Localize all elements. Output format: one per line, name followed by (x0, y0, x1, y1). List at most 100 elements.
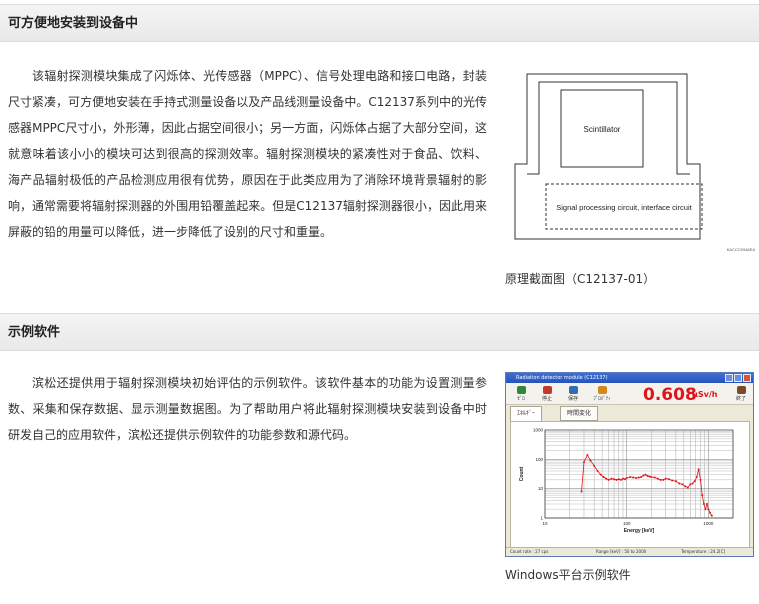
property-icon (597, 386, 607, 394)
spectrum-point (621, 477, 624, 480)
spectrum-point (589, 459, 592, 462)
stop-icon (542, 386, 552, 394)
toolbar-save-button[interactable]: 保存 (562, 386, 584, 402)
close-icon[interactable] (743, 374, 751, 382)
diagram-caption: 原理截面图（C12137-01） (505, 272, 656, 286)
spectrum-point (710, 514, 713, 517)
spectrum-point (607, 478, 610, 481)
y-tick-label: 1000 (533, 428, 544, 433)
sample-software-window: Radiation detector module (C12137) ｾﾞﾛ 停… (505, 372, 754, 557)
spectrum-point (691, 482, 694, 485)
spectrum-point (702, 503, 705, 506)
spectrum-point (695, 475, 698, 478)
save-icon (568, 386, 578, 394)
spectrum-point (707, 508, 710, 511)
diagram-code: KACCC0946EA (727, 247, 756, 252)
toolbar-property-button[interactable]: ﾌﾟﾛﾊﾟﾃｨ (588, 386, 616, 402)
software-paragraph: 滨松还提供用于辐射探测模块初始评估的示例软件。该软件基本的功能为设置测量参数、采… (8, 376, 487, 442)
spectrum-point (653, 476, 656, 479)
x-tick-label: 1000 (703, 521, 714, 526)
spectrum-point (602, 475, 605, 478)
spectrum-point (640, 475, 643, 478)
spectrum-point (693, 480, 696, 483)
software-caption: Windows平台示例软件 (505, 568, 631, 582)
y-tick-label: 10 (538, 486, 544, 491)
y-tick-label: 100 (535, 457, 543, 462)
spectrum-point (689, 483, 692, 486)
spectrum-point (705, 503, 708, 506)
toolbar-start-button[interactable]: ｾﾞﾛ (510, 386, 532, 402)
maximize-icon[interactable] (734, 374, 742, 382)
spectrum-point (662, 478, 665, 481)
spectrum-point (580, 490, 583, 493)
spectrum-point (650, 475, 653, 478)
section-header-software: 示例软件 (0, 313, 759, 351)
circuit-label: Signal processing circuit, interface cir… (556, 203, 692, 212)
spectrum-point (635, 477, 638, 480)
tab-energy[interactable]: ｴﾈﾙｷﾞｰ (510, 406, 543, 421)
spectrum-point (704, 508, 707, 511)
spectrum-point (681, 483, 684, 486)
x-axis-label: Energy [keV] (624, 528, 655, 534)
spectrum-point (615, 478, 618, 481)
spectrum-point (632, 476, 635, 479)
spectrum-point (697, 468, 700, 471)
spectrum-point (619, 478, 622, 481)
spectrum-point (656, 477, 659, 480)
y-tick-label: 1 (540, 516, 543, 521)
status-temperature: Temperature : 24.2[C] (681, 549, 726, 554)
spectrum-point (674, 480, 677, 483)
window-titlebar: Radiation detector module (C12137) (506, 373, 753, 383)
spectrum-point (644, 473, 647, 476)
status-bar: Count rate : 27 cps Range [keV] : 50 to … (506, 547, 753, 556)
spectrum-point (625, 477, 628, 480)
status-count-rate: Count rate : 27 cps (510, 549, 549, 554)
section-title: 示例软件 (8, 325, 61, 340)
x-tick-label: 10 (542, 521, 548, 526)
spectrum-point (593, 464, 596, 467)
toolbar-stop-button[interactable]: 停止 (536, 386, 558, 402)
y-axis-label: Count (519, 466, 525, 481)
exit-icon (736, 386, 746, 394)
spectrum-point (596, 470, 599, 473)
toolbar-exit-button[interactable]: 終了 (730, 386, 752, 402)
spectrum-point (623, 478, 626, 481)
spectrum-point (648, 475, 651, 478)
install-paragraph: 该辐射探测模块集成了闪烁体、光传感器（MPPC）、信号处理电路和接口电路，封装尺… (8, 69, 487, 239)
spectrum-point (629, 475, 632, 478)
window-title: Radiation detector module (C12137) (516, 375, 608, 381)
spectrum-point (709, 511, 712, 514)
spectrum-point (610, 477, 613, 480)
spectrum-point (671, 479, 674, 482)
spectrum-point (684, 485, 687, 488)
tab-time-trend[interactable]: 時間変化 (560, 406, 599, 421)
spectrum-point (659, 478, 662, 481)
minimize-icon[interactable] (725, 374, 733, 382)
spectrum-point (686, 486, 689, 489)
spectrum-point (637, 476, 640, 479)
spectrum-point (664, 477, 667, 480)
spectrum-point (646, 475, 649, 478)
spectrum-point (701, 494, 704, 497)
start-icon (516, 386, 526, 394)
scintillator-label: Scintillator (584, 125, 621, 134)
dose-rate-value: 0.608 (643, 385, 697, 405)
spectrum-point (668, 478, 671, 481)
spectrum-point (582, 461, 585, 464)
section-title: 可方便地安装到设备中 (8, 16, 139, 31)
plot-area: 10 100 1000 1 10 100 1000 Energy [keV] Count (510, 421, 750, 549)
spectrum-point (678, 482, 681, 485)
cross-section-diagram: Scintillator Signal processing circuit, … (514, 73, 756, 252)
spectrum-point (642, 474, 645, 477)
status-range: Range [keV] : 50 to 2000 (596, 549, 647, 554)
tab-bar: ｴﾈﾙｷﾞｰ 時間変化 (506, 406, 753, 421)
spectrum-point (613, 478, 616, 481)
section-header-install: 可方便地安装到设备中 (0, 4, 759, 42)
dose-rate-unit: μSv/h (692, 390, 718, 399)
x-tick-label: 100 (623, 521, 631, 526)
spectrum-point (586, 454, 589, 457)
spectrum-point (699, 478, 702, 481)
spectrum-point (599, 473, 602, 476)
spectrum-point (617, 478, 620, 481)
energy-spectrum-chart: 10 100 10001101001000Energy [keV]Count (519, 428, 734, 534)
